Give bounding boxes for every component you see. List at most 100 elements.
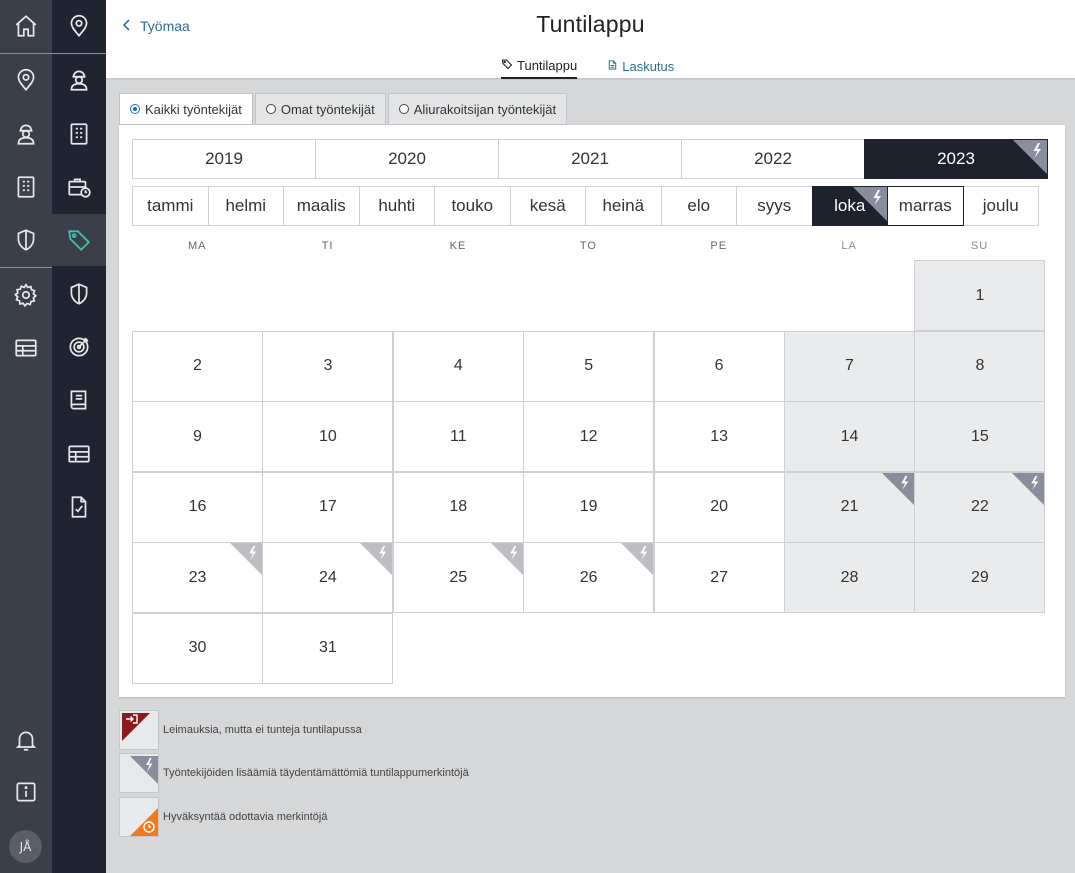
building-icon[interactable]: [52, 108, 106, 160]
month-label: huhti: [378, 196, 416, 215]
building-icon[interactable]: [0, 161, 52, 213]
tab-laskutus[interactable]: Laskutus: [607, 58, 674, 79]
month-label: heinä: [602, 196, 645, 215]
day-number: 7: [845, 357, 854, 374]
calendar-day[interactable]: 15: [914, 401, 1046, 472]
day-number: 12: [579, 427, 598, 445]
day-number: 9: [193, 427, 202, 445]
filter-label: Omat työntekijät: [280, 101, 375, 117]
day-number: 31: [318, 639, 337, 656]
year-2020[interactable]: 2020: [315, 139, 499, 179]
calendar-day[interactable]: 6: [653, 330, 785, 402]
gear-icon[interactable]: [0, 269, 52, 321]
legend-item: Työntekijöiden lisäämiä täydentämättömiä…: [119, 753, 469, 793]
filter-label: Aliurakoitsijan työntekijät: [413, 101, 557, 117]
day-number: 17: [318, 498, 337, 515]
shield-icon[interactable]: [52, 268, 106, 320]
calendar-day[interactable]: 3: [262, 330, 394, 402]
sidebar-divider: [0, 53, 106, 54]
calendar-day[interactable]: 29: [914, 542, 1046, 613]
month-helmi[interactable]: helmi: [207, 186, 284, 226]
month-huhti[interactable]: huhti: [358, 186, 435, 226]
table-icon[interactable]: [0, 322, 52, 374]
year-2022[interactable]: 2022: [681, 139, 865, 179]
day-number: 6: [714, 357, 724, 374]
calendar-day[interactable]: 20: [653, 471, 785, 543]
bell-icon[interactable]: [0, 714, 52, 766]
month-loka[interactable]: loka: [811, 186, 888, 226]
calendar-day[interactable]: 2: [132, 330, 263, 402]
calendar-day[interactable]: 22: [914, 471, 1046, 543]
month-maalis[interactable]: maalis: [283, 186, 360, 226]
year-2019[interactable]: 2019: [132, 139, 316, 179]
month-syys[interactable]: syys: [736, 186, 813, 226]
calendar-day[interactable]: 14: [784, 401, 915, 472]
tab-tuntilappu[interactable]: Tuntilappu: [501, 58, 578, 79]
month-elo[interactable]: elo: [660, 186, 737, 226]
avatar[interactable]: JÅ: [9, 830, 42, 863]
month-joulu[interactable]: joulu: [962, 186, 1039, 226]
calendar-day[interactable]: 26: [523, 542, 655, 613]
shield-icon[interactable]: [0, 214, 52, 266]
book-icon[interactable]: [52, 374, 106, 426]
calendar-day[interactable]: 27: [653, 542, 785, 613]
calendar-day[interactable]: 8: [914, 330, 1046, 402]
worker-icon[interactable]: [52, 54, 106, 106]
calendar-day[interactable]: 21: [784, 471, 915, 543]
calendar-day[interactable]: 5: [523, 330, 655, 402]
checklist-icon[interactable]: [52, 481, 106, 533]
month-tammi[interactable]: tammi: [132, 186, 209, 226]
calendar-day[interactable]: 19: [523, 471, 655, 543]
day-number: 15: [970, 427, 989, 445]
day-number: 10: [318, 427, 337, 445]
calendar-day[interactable]: 4: [392, 330, 524, 402]
calendar-day[interactable]: 16: [132, 471, 263, 543]
lightning-icon: [360, 543, 393, 575]
calendar-day[interactable]: 31: [262, 612, 394, 684]
calendar-day[interactable]: 1: [914, 260, 1046, 331]
briefcase-clock-icon[interactable]: [52, 161, 106, 213]
month-touko[interactable]: touko: [434, 186, 511, 226]
filter-own-employees[interactable]: Omat työntekijät: [254, 93, 386, 125]
calendar-day[interactable]: 7: [784, 330, 915, 402]
calendar-day[interactable]: 12: [523, 401, 655, 472]
day-number: 5: [584, 357, 594, 374]
table-icon[interactable]: [52, 428, 106, 480]
day-number: 2: [193, 357, 202, 374]
calendar-day[interactable]: 28: [784, 542, 915, 613]
legend-item: Leimauksia, mutta ei tunteja tuntilapuss…: [119, 710, 362, 750]
radio-button[interactable]: [130, 104, 140, 114]
radio-button[interactable]: [398, 104, 409, 114]
calendar-day[interactable]: 30: [132, 612, 263, 684]
calendar-day[interactable]: 17: [262, 471, 394, 543]
month-heinä[interactable]: heinä: [585, 186, 662, 226]
location-pin-icon[interactable]: [0, 54, 52, 106]
calendar-day[interactable]: 25: [392, 542, 524, 613]
calendar-day[interactable]: 9: [132, 401, 263, 472]
lightning-icon: [853, 187, 887, 221]
month-label: kesä: [529, 196, 566, 215]
day-number: 13: [710, 427, 728, 445]
tag-icon[interactable]: [52, 214, 106, 266]
calendar-day[interactable]: 18: [392, 471, 524, 543]
month-kesä[interactable]: kesä: [509, 186, 586, 226]
day-number: 24: [318, 568, 337, 586]
radio-button[interactable]: [265, 104, 276, 114]
day-number: 19: [579, 498, 598, 515]
calendar-day[interactable]: 24: [262, 542, 394, 613]
calendar-day[interactable]: 11: [392, 401, 524, 472]
day-number: 8: [975, 357, 985, 374]
filter-all-employees[interactable]: Kaikki työntekijät: [119, 93, 253, 125]
month-marras[interactable]: marras: [887, 186, 964, 226]
calendar-day[interactable]: 10: [262, 401, 394, 472]
year-2023[interactable]: 2023: [864, 139, 1048, 179]
calendar-day[interactable]: 23: [132, 542, 263, 613]
worker-icon[interactable]: [0, 108, 52, 160]
target-icon[interactable]: [52, 321, 106, 373]
calendar-day[interactable]: 13: [653, 401, 785, 472]
location-pin-icon[interactable]: [52, 0, 106, 52]
year-2021[interactable]: 2021: [498, 139, 682, 179]
filter-subcontractor-employees[interactable]: Aliurakoitsijan työntekijät: [387, 93, 568, 125]
info-icon[interactable]: [0, 766, 52, 818]
home-icon[interactable]: [0, 0, 52, 52]
